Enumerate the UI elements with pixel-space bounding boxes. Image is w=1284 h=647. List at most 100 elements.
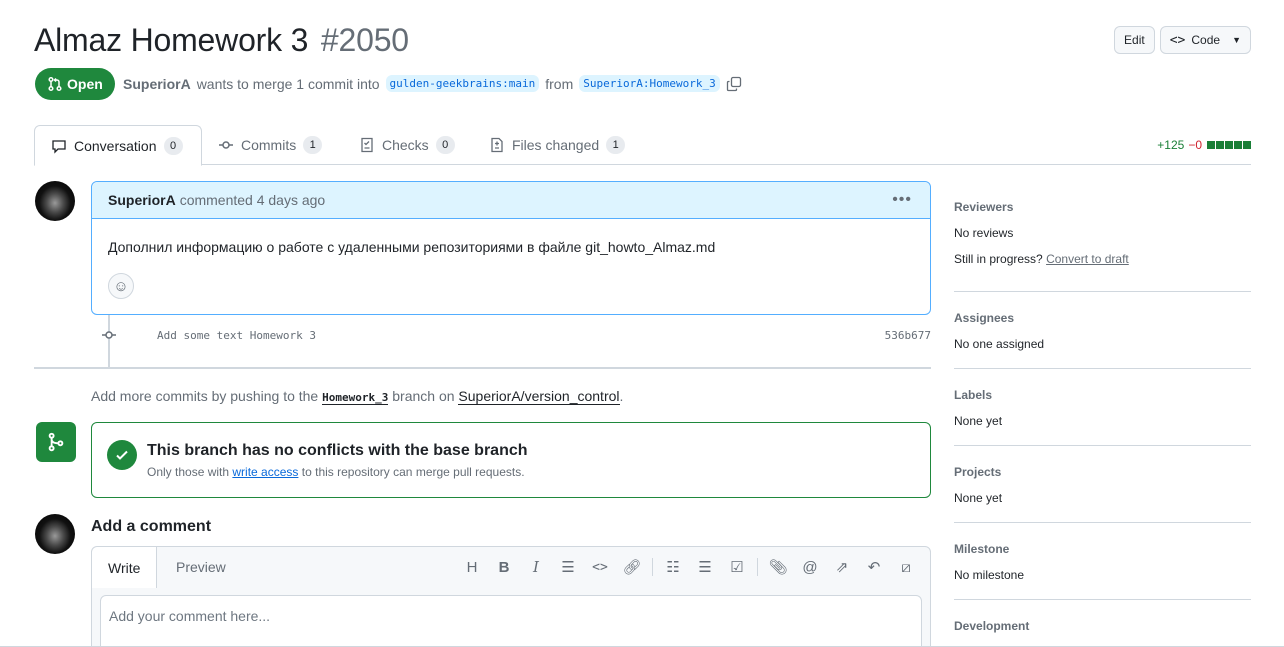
projects-heading[interactable]: Projects [954, 465, 1001, 479]
push-note-branch[interactable]: Homework_3 [322, 391, 389, 405]
paperclip-icon[interactable]: 📎︎ [762, 558, 794, 576]
mention-icon[interactable]: @ [794, 558, 826, 576]
write-tab-label: Write [108, 559, 141, 576]
page-title: Almaz Homework 3 #2050 [34, 22, 409, 59]
commit-icon [219, 141, 233, 149]
assignees-value: No one assigned [954, 337, 1045, 351]
comment-editor: Write Preview H B I ☰ <> 🔗︎ ☷ ☰ ☑ 📎︎ @ ⇗… [91, 546, 931, 647]
toolbar-divider [757, 558, 758, 576]
tab-label: Conversation [74, 137, 157, 154]
tab-label: Checks [382, 137, 429, 153]
tab-counter: 0 [435, 136, 455, 154]
pr-meta: SuperiorA wants to merge 1 commit into g… [123, 75, 742, 92]
italic-icon[interactable]: I [520, 558, 552, 576]
merge-sub-prefix: Only those with [147, 465, 230, 479]
reviewers-heading[interactable]: Reviewers [954, 200, 1013, 214]
tab-counter: 0 [163, 136, 183, 155]
head-branch[interactable]: SuperiorA:Homework_3 [579, 75, 720, 92]
push-note-middle: branch on [392, 388, 455, 404]
base-branch[interactable]: gulden-geekbrains:main [385, 75, 540, 92]
from-text: from [545, 75, 574, 92]
author-link[interactable]: SuperiorA [123, 76, 191, 92]
sidebar-projects: Projects None yet [954, 464, 1251, 523]
assignees-heading[interactable]: Assignees [954, 311, 1014, 325]
code-button-label: Code [1191, 33, 1221, 47]
comment-card: SuperiorA commented 4 days ago ••• Допол… [91, 181, 931, 315]
commit-message[interactable]: Add some text Homework 3 [157, 329, 316, 342]
state-label: Open [67, 76, 103, 92]
projects-value: None yet [954, 491, 1003, 505]
comment-textarea[interactable]: Add your comment here... [100, 595, 922, 647]
merge-status-box: This branch has no conflicts with the ba… [91, 422, 931, 498]
commit-sha[interactable]: 536b677 [885, 329, 931, 342]
timeline-commit: Add some text Homework 3 536b677 [101, 327, 931, 343]
tab-counter: 1 [606, 136, 626, 154]
unordered-list-icon[interactable]: ☰ [689, 558, 721, 576]
tab-label: Commits [241, 137, 297, 153]
labels-heading[interactable]: Labels [954, 388, 992, 402]
write-access-link[interactable]: write access [232, 465, 298, 479]
comment-author[interactable]: SuperiorA [108, 192, 176, 208]
ordered-list-icon[interactable]: ☷ [657, 558, 689, 576]
sidebar-milestone: Milestone No milestone [954, 541, 1251, 600]
sidebar-assignees: Assignees No one assigned [954, 310, 1251, 369]
timeline-divider [34, 367, 931, 369]
push-note-repo-link[interactable]: SuperiorA/version_control [458, 388, 620, 405]
convert-to-draft-link[interactable]: Convert to draft [1046, 252, 1129, 266]
heading-icon[interactable]: H [456, 558, 488, 576]
push-note-prefix: Add more commits by pushing to the [91, 388, 319, 404]
tab-write[interactable]: Write [92, 547, 158, 588]
draft-note: Still in progress? Convert to draft [954, 252, 1129, 266]
header-actions: Edit <> Code ▼ [1114, 26, 1251, 54]
bold-icon[interactable]: B [488, 558, 520, 576]
tab-preview[interactable]: Preview [160, 547, 242, 587]
reviewers-value: No reviews [954, 226, 1014, 240]
edit-button-label: Edit [1124, 33, 1145, 47]
push-note: Add more commits by pushing to the Homew… [91, 388, 624, 405]
quote-icon[interactable]: ☰ [552, 558, 584, 576]
push-note-suffix: . [619, 388, 624, 404]
tab-counter: 1 [303, 136, 323, 154]
diffstat: +125 −0 [1157, 138, 1251, 152]
avatar[interactable] [35, 514, 75, 554]
code-button[interactable]: <> Code ▼ [1159, 26, 1251, 54]
avatar[interactable] [35, 181, 75, 221]
copy-icon[interactable] [726, 76, 742, 92]
preview-tab-label: Preview [176, 559, 226, 575]
git-merge-icon [36, 422, 76, 462]
pr-title: Almaz Homework 3 [34, 22, 309, 58]
comment-timestamp[interactable]: commented 4 days ago [180, 192, 326, 208]
code-icon[interactable]: <> [584, 558, 616, 576]
merge-text: wants to merge 1 commit into [196, 75, 380, 92]
sidebar-development: Development [954, 618, 1251, 646]
kebab-menu-icon[interactable]: ••• [892, 191, 912, 209]
sidebar-reviewers: Reviewers No reviews Still in progress? … [954, 199, 1251, 292]
pr-tabs: Conversation 0 Commits 1 Checks 0 Files … [34, 125, 1251, 166]
smiley-icon[interactable]: ☺ [108, 273, 134, 299]
milestone-value: No milestone [954, 568, 1025, 582]
cross-reference-icon[interactable]: ⇗ [826, 558, 858, 576]
tab-commits[interactable]: Commits 1 [202, 125, 338, 165]
code-icon: <> [1169, 32, 1186, 48]
check-circle-icon [107, 440, 137, 470]
milestone-heading[interactable]: Milestone [954, 542, 1009, 556]
reply-icon[interactable]: ↶ [858, 558, 890, 576]
edit-button[interactable]: Edit [1114, 26, 1155, 54]
toolbar-divider [652, 558, 653, 576]
tasklist-icon[interactable]: ☑ [721, 558, 753, 576]
tab-label: Files changed [512, 137, 600, 153]
tab-files-changed[interactable]: Files changed 1 [473, 125, 641, 165]
diffstat-removed: −0 [1188, 138, 1202, 152]
tab-checks[interactable]: Checks 0 [343, 125, 471, 165]
markdown-toolbar: H B I ☰ <> 🔗︎ ☷ ☰ ☑ 📎︎ @ ⇗ ↶ ⧄ [456, 558, 922, 576]
development-heading[interactable]: Development [954, 619, 1029, 633]
merge-status-subtitle: Only those with write access to this rep… [147, 465, 525, 479]
comment-icon [52, 139, 66, 154]
comment-header: SuperiorA commented 4 days ago ••• [92, 182, 930, 219]
slash-command-icon[interactable]: ⧄ [890, 558, 922, 576]
tab-conversation[interactable]: Conversation 0 [34, 125, 202, 166]
checklist-icon [361, 137, 373, 153]
link-icon[interactable]: 🔗︎ [616, 558, 648, 576]
sidebar-labels: Labels None yet [954, 387, 1251, 446]
pr-number: #2050 [320, 22, 409, 58]
